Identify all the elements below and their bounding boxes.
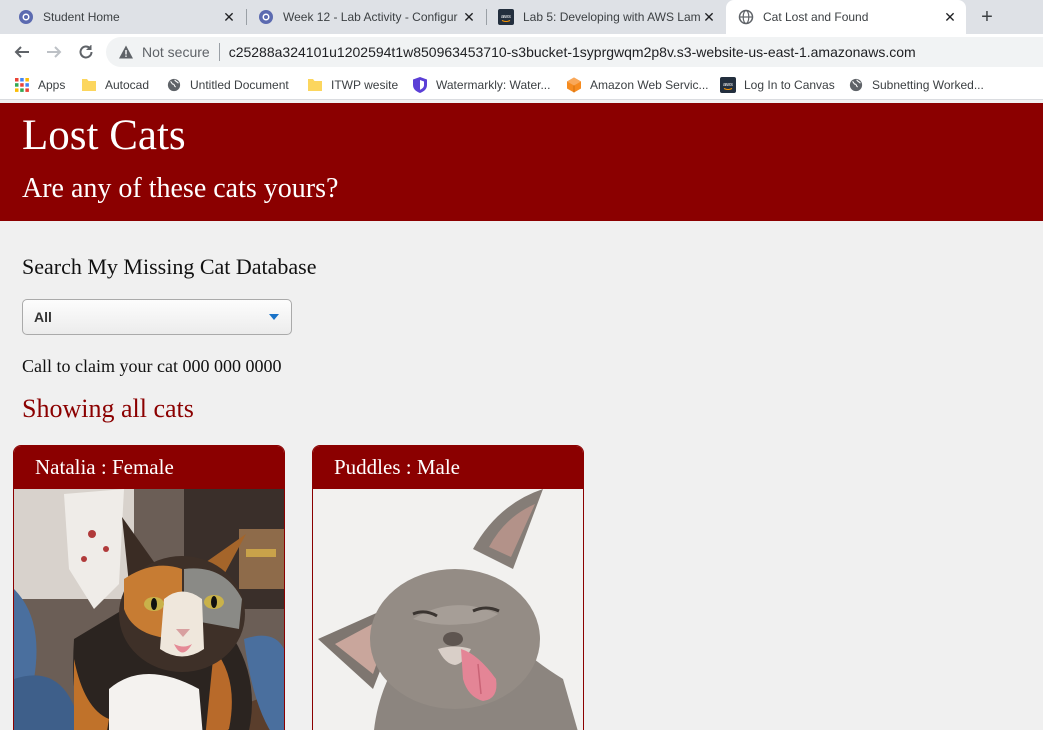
back-button[interactable] — [11, 41, 33, 63]
cat-card: Puddles : Male — [312, 445, 584, 730]
tab-title: Student Home — [43, 10, 120, 24]
svg-text:aws: aws — [501, 14, 511, 20]
bookmark-itwp-website[interactable]: ITWP wesite — [307, 76, 398, 94]
omnibox-divider — [218, 43, 220, 61]
course-site-icon — [258, 9, 274, 25]
bookmark-label: Apps — [38, 78, 66, 92]
globe-icon — [166, 77, 182, 93]
back-arrow-icon — [14, 46, 29, 58]
cat-filter-select[interactable]: All — [22, 299, 292, 335]
forward-button[interactable] — [43, 41, 65, 63]
bookmarks-bar: Apps Autocad Untitled Document ITWP wesi… — [0, 70, 1043, 100]
gray-cat-photo — [313, 489, 583, 730]
results-heading: Showing all cats — [22, 394, 194, 423]
tab-week-12-lab[interactable]: Week 12 - Lab Activity - Configur ✕ — [240, 0, 485, 34]
bookmark-label: Autocad — [105, 78, 150, 92]
tab-cat-lost-and-found[interactable]: Cat Lost and Found ✕ — [726, 0, 966, 34]
url-text[interactable]: c25288a324101u1202594t1w850963453710-s3b… — [229, 44, 916, 60]
tab-student-home[interactable]: Student Home ✕ — [0, 0, 245, 34]
chevron-down-icon — [269, 314, 279, 320]
browser-toolbar: Not secure c25288a324101u1202594t1w85096… — [0, 34, 1043, 70]
close-tab-icon[interactable]: ✕ — [221, 9, 237, 25]
reload-icon — [79, 45, 93, 59]
bookmark-label: Subnetting Worked... — [872, 78, 984, 92]
bookmark-label: Untitled Document — [190, 78, 289, 92]
reload-button[interactable] — [75, 41, 97, 63]
site-header: Lost Cats Are any of these cats yours? — [0, 103, 1043, 221]
security-label[interactable]: Not secure — [142, 44, 210, 60]
globe-icon — [848, 77, 864, 93]
cat-card-heading: Natalia : Female — [14, 446, 284, 489]
page-title: Lost Cats — [22, 112, 186, 159]
apps-grid-icon — [14, 77, 30, 93]
aws-icon: aws — [720, 77, 736, 93]
tab-title: Week 12 - Lab Activity - Configur — [283, 10, 458, 24]
bookmark-watermarkly[interactable]: Watermarkly: Water... — [412, 76, 550, 94]
globe-icon — [738, 9, 754, 25]
close-tab-icon[interactable]: ✕ — [942, 9, 958, 25]
close-tab-icon[interactable]: ✕ — [701, 9, 717, 25]
svg-text:aws: aws — [723, 82, 733, 88]
aws-icon: aws — [498, 9, 514, 25]
bookmark-untitled-document[interactable]: Untitled Document — [166, 76, 289, 94]
new-tab-button[interactable]: + — [977, 7, 997, 27]
folder-icon — [307, 77, 323, 93]
bookmark-label: Amazon Web Servic... — [590, 78, 709, 92]
course-site-icon — [18, 9, 34, 25]
forward-arrow-icon — [47, 46, 62, 58]
bookmark-log-in-to-canvas[interactable]: aws Log In to Canvas — [720, 76, 835, 94]
bookmark-label: Log In to Canvas — [744, 78, 835, 92]
calico-cat-photo — [14, 489, 284, 730]
address-bar[interactable]: Not secure c25288a324101u1202594t1w85096… — [106, 37, 1043, 67]
cat-card-heading: Puddles : Male — [313, 446, 583, 489]
page-subtitle: Are any of these cats yours? — [22, 173, 339, 204]
claim-phone-text: Call to claim your cat 000 000 0000 — [22, 356, 282, 376]
tab-aws-lambda-lab[interactable]: aws Lab 5: Developing with AWS Lam ✕ — [480, 0, 725, 34]
search-heading: Search My Missing Cat Database — [22, 254, 317, 279]
bookmark-subnetting-worked[interactable]: Subnetting Worked... — [848, 76, 984, 94]
cat-card: Natalia : Female — [13, 445, 285, 730]
folder-icon — [81, 77, 97, 93]
aws-cube-icon — [566, 77, 582, 93]
bookmark-label: Watermarkly: Water... — [436, 78, 551, 92]
tab-strip: Student Home ✕ Week 12 - Lab Activity - … — [0, 0, 1043, 34]
tab-title: Lab 5: Developing with AWS Lam — [523, 10, 701, 24]
bookmark-label: ITWP wesite — [331, 78, 399, 92]
close-tab-icon[interactable]: ✕ — [461, 9, 477, 25]
warning-icon — [119, 45, 133, 59]
bookmark-apps[interactable]: Apps — [14, 76, 65, 94]
bookmark-autocad[interactable]: Autocad — [81, 76, 149, 94]
bookmark-amazon-web-services[interactable]: Amazon Web Servic... — [566, 76, 709, 94]
shield-icon — [412, 77, 428, 93]
select-value: All — [34, 309, 52, 325]
tab-title: Cat Lost and Found — [763, 10, 869, 24]
